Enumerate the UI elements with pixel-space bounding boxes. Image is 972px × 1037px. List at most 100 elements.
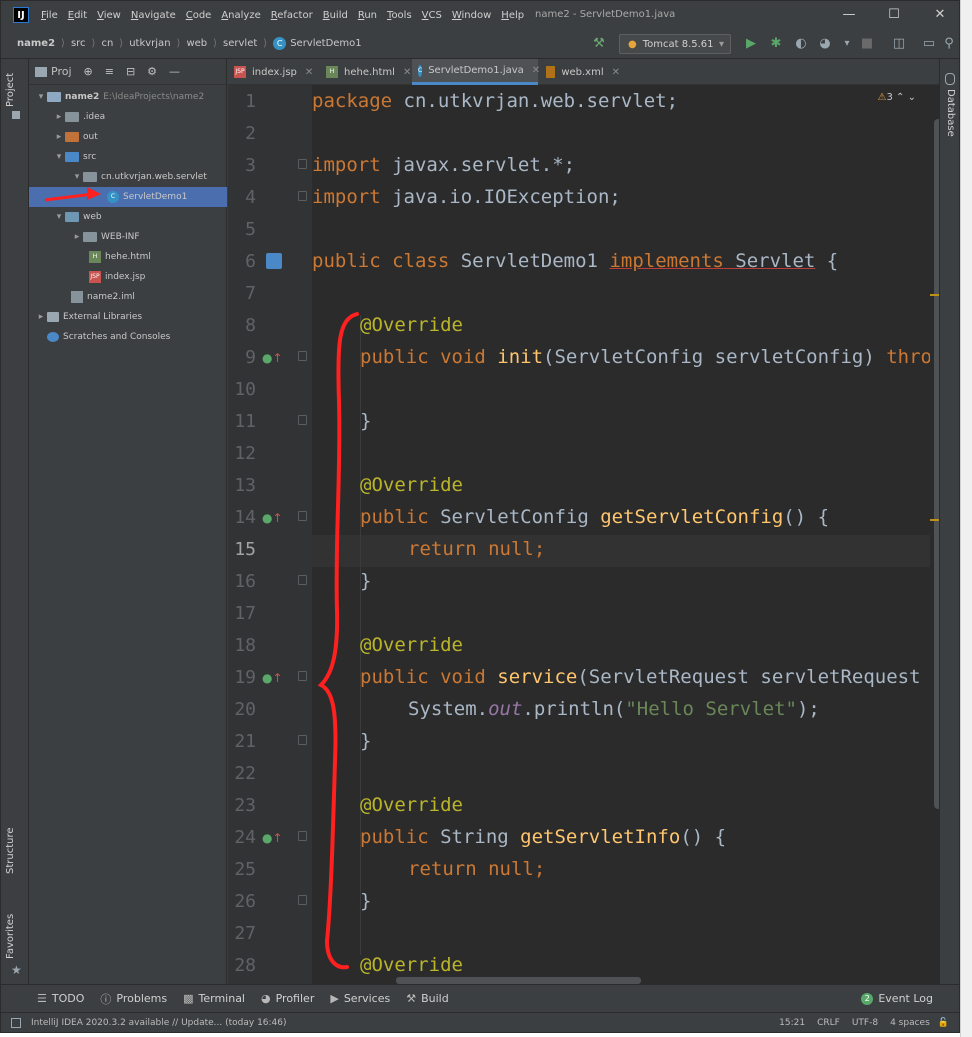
fold-marker-icon[interactable]: [298, 735, 307, 745]
fold-marker-icon[interactable]: [298, 895, 307, 905]
todo-tool-button[interactable]: ☰ TODO: [37, 992, 84, 1005]
fold-marker-icon[interactable]: [298, 415, 307, 425]
menu-refactor[interactable]: Refactor: [271, 10, 313, 21]
tab-hehe-html[interactable]: H hehe.html ✕: [320, 59, 412, 85]
terminal-tool-button[interactable]: ▩ Terminal: [183, 992, 245, 1005]
close-tab-icon[interactable]: ✕: [612, 67, 620, 78]
event-log-button[interactable]: 2 Event Log: [861, 992, 933, 1005]
implements-method-icon[interactable]: ●↑: [262, 511, 283, 525]
tree-item-src[interactable]: ▾ src: [29, 147, 227, 167]
menu-analyze[interactable]: Analyze: [221, 10, 260, 21]
hide-panel-icon[interactable]: —: [169, 65, 180, 78]
code-area[interactable]: package cn.utkvrjan.web.servlet; import …: [312, 85, 930, 984]
fold-marker-icon[interactable]: [298, 159, 307, 169]
tab-web-xml[interactable]: web.xml ✕: [540, 59, 620, 85]
close-tab-icon[interactable]: ✕: [532, 65, 540, 76]
debug-icon[interactable]: ✱: [768, 36, 784, 52]
fold-marker-icon[interactable]: [298, 191, 307, 201]
menu-run[interactable]: Run: [358, 10, 377, 21]
project-structure-icon[interactable]: ◫: [891, 36, 907, 52]
menu-window[interactable]: Window: [452, 10, 491, 21]
terminal-window-icon[interactable]: ▭: [921, 36, 937, 52]
breadcrumb-class[interactable]: C ServletDemo1: [273, 37, 362, 50]
structure-tool-tab[interactable]: Structure: [5, 827, 16, 874]
profile-icon[interactable]: ◕: [817, 36, 833, 52]
close-icon[interactable]: ✕: [930, 5, 950, 25]
servlet-class-gutter-icon[interactable]: [266, 253, 282, 269]
favorites-tool-tab[interactable]: Favorites: [5, 914, 16, 959]
profiler-tool-button[interactable]: ◕ Profiler: [261, 992, 314, 1005]
toggle-tool-windows-icon[interactable]: [11, 1017, 21, 1028]
chevron-up-icon[interactable]: ⌃: [896, 92, 904, 103]
tab-index-jsp[interactable]: JSP index.jsp ✕: [228, 59, 316, 85]
maximize-icon[interactable]: ☐: [884, 5, 904, 25]
fold-marker-icon[interactable]: [298, 511, 307, 521]
menu-edit[interactable]: Edit: [68, 10, 87, 21]
menu-file[interactable]: File: [41, 10, 58, 21]
search-everywhere-icon[interactable]: ⚲: [941, 36, 957, 52]
build-tool-button[interactable]: ⚒ Build: [406, 992, 449, 1005]
breadcrumb-src[interactable]: src: [71, 38, 86, 49]
tree-item-external-libraries[interactable]: ▸ External Libraries: [29, 307, 227, 327]
line-separator[interactable]: CRLF: [817, 1018, 840, 1028]
collapse-all-icon[interactable]: ⊟: [126, 65, 135, 78]
close-tab-icon[interactable]: ✕: [305, 67, 313, 78]
hammer-build-icon[interactable]: ⚒: [591, 36, 607, 52]
tree-item-scratches[interactable]: Scratches and Consoles: [29, 327, 227, 347]
close-tab-icon[interactable]: ✕: [403, 67, 411, 78]
lock-icon[interactable]: 🔓: [938, 1018, 949, 1028]
file-encoding[interactable]: UTF-8: [852, 1018, 878, 1028]
problems-tool-button[interactable]: ⓘ Problems: [100, 991, 167, 1007]
menu-vcs[interactable]: VCS: [422, 10, 442, 21]
fold-marker-icon[interactable]: [298, 831, 307, 841]
tree-item-web-inf[interactable]: ▸ WEB-INF: [29, 227, 227, 247]
tab-servletdemo1-java[interactable]: C ServletDemo1.java ✕: [412, 59, 540, 85]
menu-view[interactable]: View: [97, 10, 121, 21]
status-message[interactable]: IntelliJ IDEA 2020.3.2 available // Upda…: [31, 1018, 287, 1028]
run-configuration-select[interactable]: ● Tomcat 8.5.61 ▾: [619, 34, 731, 54]
services-tool-button[interactable]: ▶ Services: [330, 992, 390, 1005]
code-line-26: }: [360, 890, 372, 912]
breadcrumb-project[interactable]: name2: [17, 38, 55, 49]
fold-marker-icon[interactable]: [298, 351, 307, 361]
tree-item-package[interactable]: ▾ cn.utkvrjan.web.servlet: [29, 167, 227, 187]
stop-icon[interactable]: ■: [859, 36, 875, 52]
tree-item-hehe-html[interactable]: H hehe.html: [29, 247, 227, 267]
breadcrumb-utkvrjan[interactable]: utkvrjan: [129, 38, 170, 49]
implements-method-icon[interactable]: ●↑: [262, 351, 283, 365]
tree-item-web[interactable]: ▾ web: [29, 207, 227, 227]
tree-item-name2-iml[interactable]: name2.iml: [29, 287, 227, 307]
breadcrumb-cn[interactable]: cn: [101, 38, 113, 49]
settings-gear-icon[interactable]: ⚙: [147, 65, 157, 78]
more-run-chevron-icon[interactable]: ▾: [839, 36, 855, 52]
tree-item-index-jsp[interactable]: JSP index.jsp: [29, 267, 227, 287]
implements-method-icon[interactable]: ●↑: [262, 671, 283, 685]
database-tool-tab[interactable]: Database: [945, 89, 956, 137]
locate-target-icon[interactable]: ⊕: [84, 65, 93, 78]
run-icon[interactable]: ▶: [743, 36, 759, 52]
tree-item-servletdemo1[interactable]: C ServletDemo1: [29, 187, 227, 207]
tree-item-out[interactable]: ▸ out: [29, 127, 227, 147]
minimize-icon[interactable]: —: [839, 5, 859, 25]
indent-setting[interactable]: 4 spaces: [890, 1018, 930, 1028]
coverage-icon[interactable]: ◐: [793, 36, 809, 52]
menu-build[interactable]: Build: [323, 10, 348, 21]
chevron-down-icon[interactable]: ⌄: [908, 92, 916, 103]
tree-item-name2[interactable]: ▾ name2 E:\IdeaProjects\name2: [29, 87, 227, 107]
project-tool-tab[interactable]: Project: [5, 73, 16, 107]
menu-navigate[interactable]: Navigate: [131, 10, 176, 21]
project-view-select[interactable]: Proj: [51, 65, 72, 78]
menu-tools[interactable]: Tools: [387, 10, 412, 21]
fold-marker-icon[interactable]: [298, 671, 307, 681]
fold-marker-icon[interactable]: [298, 575, 307, 585]
breadcrumb-web[interactable]: web: [186, 38, 207, 49]
tree-item-idea[interactable]: ▸ .idea: [29, 107, 227, 127]
breadcrumb-servlet[interactable]: servlet: [223, 38, 257, 49]
inspection-widget[interactable]: ⚠3 ⌃ ⌄: [878, 92, 917, 103]
implements-method-icon[interactable]: ●↑: [262, 831, 283, 845]
menu-code[interactable]: Code: [186, 10, 212, 21]
horizontal-scrollbar[interactable]: [396, 977, 641, 984]
expand-all-icon[interactable]: ≡: [105, 65, 114, 78]
menu-help[interactable]: Help: [501, 10, 524, 21]
caret-position[interactable]: 15:21: [779, 1018, 805, 1028]
